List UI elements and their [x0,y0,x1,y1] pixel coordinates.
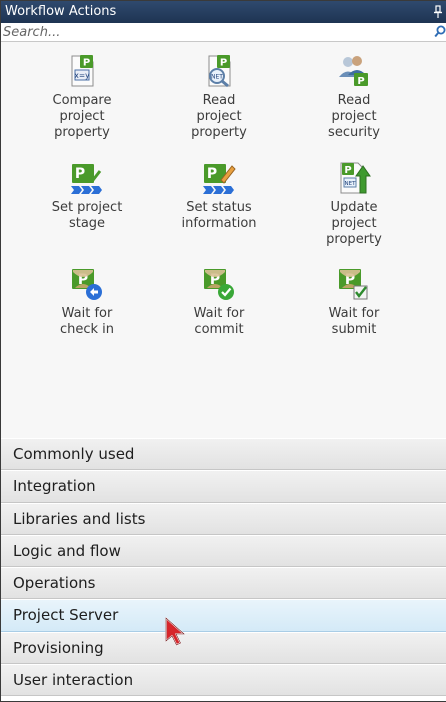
set-project-stage-icon: P [69,160,105,196]
action-label: Wait for submit [328,306,380,337]
category-integration[interactable]: Integration [1,470,446,503]
action-wait-for-commit[interactable]: P Wait for commit [169,266,269,338]
action-read-project-property[interactable]: P NET Read project property [169,53,269,141]
read-project-property-icon: P NET [201,53,237,89]
svg-text:P: P [83,58,90,69]
search-bar [1,23,446,42]
svg-text:x=y: x=y [74,71,90,80]
action-read-project-security[interactable]: P Read project security [304,53,404,141]
action-wait-for-submit[interactable]: P Wait for submit [304,266,404,338]
category-project-server[interactable]: Project Server [1,599,446,632]
category-libraries-and-lists[interactable]: Libraries and lists [1,502,446,535]
action-update-project-property[interactable]: P NET Update project property [304,160,404,248]
svg-text:P: P [207,166,217,182]
search-icon[interactable] [434,24,446,40]
svg-text:P: P [220,58,227,69]
wait-for-check-in-icon: P [69,266,105,302]
actions-gallery: P x=y Compare project property P NET Rea… [1,42,446,438]
action-label: Set status information [181,200,257,231]
category-user-interaction[interactable]: User interaction [1,664,446,697]
svg-text:P: P [344,165,351,176]
panel-titlebar: Workflow Actions [1,1,446,23]
wait-for-commit-icon: P [201,266,237,302]
action-wait-for-check-in[interactable]: P Wait for check in [37,266,137,338]
read-project-security-icon: P [336,53,372,89]
action-label: Read project security [328,93,380,140]
action-label: Wait for commit [193,306,245,337]
action-label: Update project property [326,200,382,247]
category-list: Commonly used Integration Libraries and … [1,438,446,697]
svg-text:P: P [357,76,364,87]
svg-text:P: P [75,166,85,182]
category-operations[interactable]: Operations [1,567,446,600]
action-label: Set project stage [51,200,123,231]
action-label: Read project property [191,93,247,140]
wait-for-submit-icon: P [336,266,372,302]
category-logic-and-flow[interactable]: Logic and flow [1,534,446,568]
svg-text:NET: NET [345,181,357,187]
action-set-status-information[interactable]: P Set status information [169,160,269,232]
svg-text:NET: NET [211,74,223,81]
set-status-information-icon: P [201,160,237,196]
action-label: Compare project property [52,93,112,140]
workflow-actions-panel: Workflow Actions P [0,0,446,702]
category-commonly-used[interactable]: Commonly used [1,438,446,471]
search-input[interactable] [3,24,423,40]
category-provisioning[interactable]: Provisioning [1,631,446,665]
update-project-property-icon: P NET [336,160,372,196]
action-label: Wait for check in [59,306,115,337]
panel-title: Workflow Actions [5,4,117,19]
compare-project-property-icon: P x=y [64,53,100,89]
pin-icon[interactable] [433,1,443,23]
action-compare-project-property[interactable]: P x=y Compare project property [32,53,132,141]
action-set-project-stage[interactable]: P Set project stage [37,160,137,232]
